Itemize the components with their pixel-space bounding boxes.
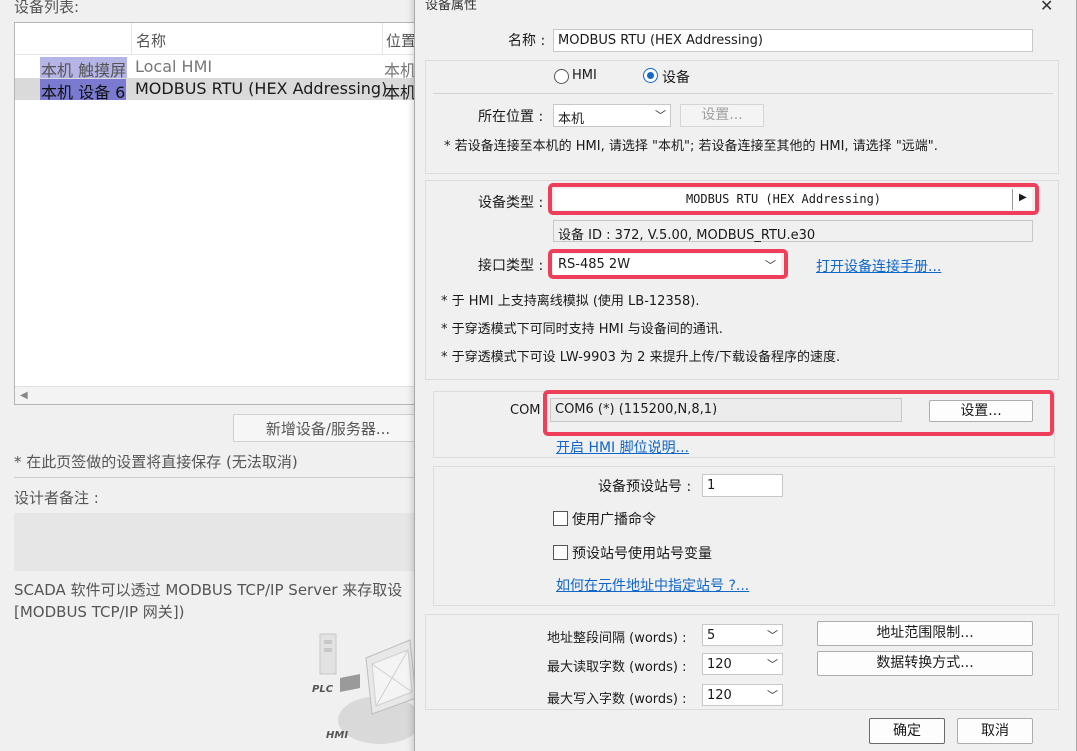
address-limit-button[interactable]: 地址范围限制... (817, 621, 1033, 646)
location-value: 本机 (558, 112, 585, 127)
row-name: Local HMI (135, 57, 213, 76)
ok-button[interactable]: 确定 (869, 718, 945, 744)
broadcast-label: 使用广播命令 (572, 512, 656, 528)
addr-interval-value: 5 (707, 628, 716, 643)
device-type-label: 设备类型 : (478, 195, 544, 211)
data-conversion-button[interactable]: 数据转换方式... (817, 651, 1033, 676)
max-read-label: 最大读取字数 (words) : (547, 660, 687, 675)
max-read-value: 120 (707, 657, 732, 672)
radio-device-label: 设备 (662, 70, 690, 86)
max-read-select[interactable]: 120 ﹀ (702, 653, 783, 675)
com-field: COM6 (*) (115200,N,8,1) (550, 398, 902, 422)
chevron-down-icon: ﹀ (655, 109, 666, 122)
station-label: 设备预设站号 : (598, 479, 692, 495)
interface-value: RS-485 2W (558, 257, 631, 272)
radio-hmi-label: HMI (572, 68, 597, 83)
list-header: 名称 位置 (15, 23, 423, 55)
device-type-browse-button[interactable]: ▶ (1012, 189, 1032, 210)
device-list[interactable]: 名称 位置 本机 触摸屏 Local HMI 本机 本机 设备 6 MODBUS… (14, 22, 424, 405)
divider (14, 477, 419, 478)
open-manual-link[interactable]: 打开设备连接手册... (816, 256, 941, 276)
column-location[interactable]: 位置 (386, 30, 416, 51)
chevron-down-icon: ﹀ (767, 658, 778, 671)
radio-device[interactable]: 设备 (643, 67, 713, 86)
add-device-button[interactable]: 新增设备/服务器... (233, 414, 423, 442)
location-select[interactable]: 本机 ﹀ (553, 104, 671, 127)
location-settings-button[interactable]: 设置... (680, 104, 764, 127)
diagram-label-hmi: HMI (326, 730, 348, 741)
location-label: 所在位置 : (478, 109, 544, 125)
divider (433, 93, 1053, 94)
row-id: 本机 触摸屏 (40, 57, 128, 80)
device-list-label: 设备列表: (14, 0, 80, 16)
addr-interval-label: 地址整段间隔 (words) : (547, 631, 687, 646)
chevron-down-icon: ﹀ (765, 259, 776, 272)
max-write-select[interactable]: 120 ﹀ (702, 684, 783, 706)
device-id-field: 设备 ID : 372, V.5.00, MODBUS_RTU.e30 (553, 220, 1033, 243)
diagram-label-plc: PLC (312, 684, 334, 695)
com-label: COM (510, 403, 541, 418)
radio-hmi[interactable]: HMI (554, 68, 614, 86)
station-var-checkbox[interactable]: 预设站号使用站号变量 (553, 543, 733, 562)
location-note: * 若设备连接至本机的 HMI, 请选择 "本机"; 若设备连接至其他的 HMI… (444, 139, 938, 154)
addr-interval-select[interactable]: 5 ﹀ (702, 624, 783, 646)
station-var-label: 预设站号使用站号变量 (572, 546, 712, 562)
interface-select[interactable]: RS-485 2W ﹀ (553, 254, 781, 275)
broadcast-checkbox[interactable]: 使用广播命令 (553, 509, 673, 528)
table-row[interactable]: 本机 触摸屏 Local HMI 本机 (15, 56, 423, 80)
note-1: * 于 HMI 上支持离线模拟 (使用 LB-12358). (441, 294, 700, 309)
dialog-title: 设备属性 (425, 0, 478, 13)
row-name: MODBUS RTU (HEX Addressing) (135, 79, 388, 98)
broadcast-check-box[interactable] (553, 511, 568, 526)
scroll-left-icon[interactable]: ◀ (20, 390, 28, 401)
radio-hmi-circle[interactable] (554, 69, 569, 84)
max-write-value: 120 (707, 688, 732, 703)
station-help-link[interactable]: 如何在元件地址中指定站号 ?... (556, 575, 749, 595)
chevron-down-icon: ﹀ (767, 689, 778, 702)
name-label: 名称 : (508, 33, 546, 49)
network-diagram: PLC HMI (312, 633, 420, 744)
scada-text-line2: [MODBUS TCP/IP 网关]) (14, 603, 185, 621)
name-input[interactable]: MODBUS RTU (HEX Addressing) (553, 29, 1033, 52)
horizontal-scrollbar[interactable]: ◀ (15, 386, 423, 404)
table-row-selected[interactable]: 本机 设备 6 MODBUS RTU (HEX Addressing) 本机 (15, 78, 423, 102)
device-type-field[interactable]: MODBUS RTU (HEX Addressing) (555, 189, 1012, 210)
close-icon[interactable]: ✕ (1040, 0, 1053, 15)
cancel-button[interactable]: 取消 (957, 718, 1033, 744)
max-write-label: 最大写入字数 (words) : (547, 692, 687, 707)
note-3: * 于穿透模式下可设 LW-9903 为 2 来提升上传/下载设备程序的速度. (441, 350, 841, 365)
play-icon: ▶ (1019, 192, 1027, 203)
station-var-check-box[interactable] (553, 545, 568, 560)
chevron-down-icon: ﹀ (767, 629, 778, 642)
save-note: * 在此页签做的设置将直接保存 (无法取消) (14, 453, 298, 471)
row-id: 本机 设备 6 (40, 79, 127, 102)
pin-description-link[interactable]: 开启 HMI 脚位说明... (556, 437, 689, 457)
note-2: * 于穿透模式下可同时支持 HMI 与设备间的通讯. (441, 322, 723, 337)
com-settings-button[interactable]: 设置... (929, 400, 1033, 422)
designer-notes-field[interactable] (14, 513, 419, 571)
scada-text-line1: SCADA 软件可以透过 MODBUS TCP/IP Server 来存取设 (14, 581, 403, 599)
designer-notes-label: 设计者备注 : (14, 489, 99, 507)
interface-label: 接口类型 : (478, 258, 544, 274)
station-input[interactable]: 1 (702, 474, 783, 497)
row-location: 本机 (384, 83, 417, 102)
column-name[interactable]: 名称 (136, 30, 166, 51)
radio-device-circle[interactable] (643, 68, 658, 83)
